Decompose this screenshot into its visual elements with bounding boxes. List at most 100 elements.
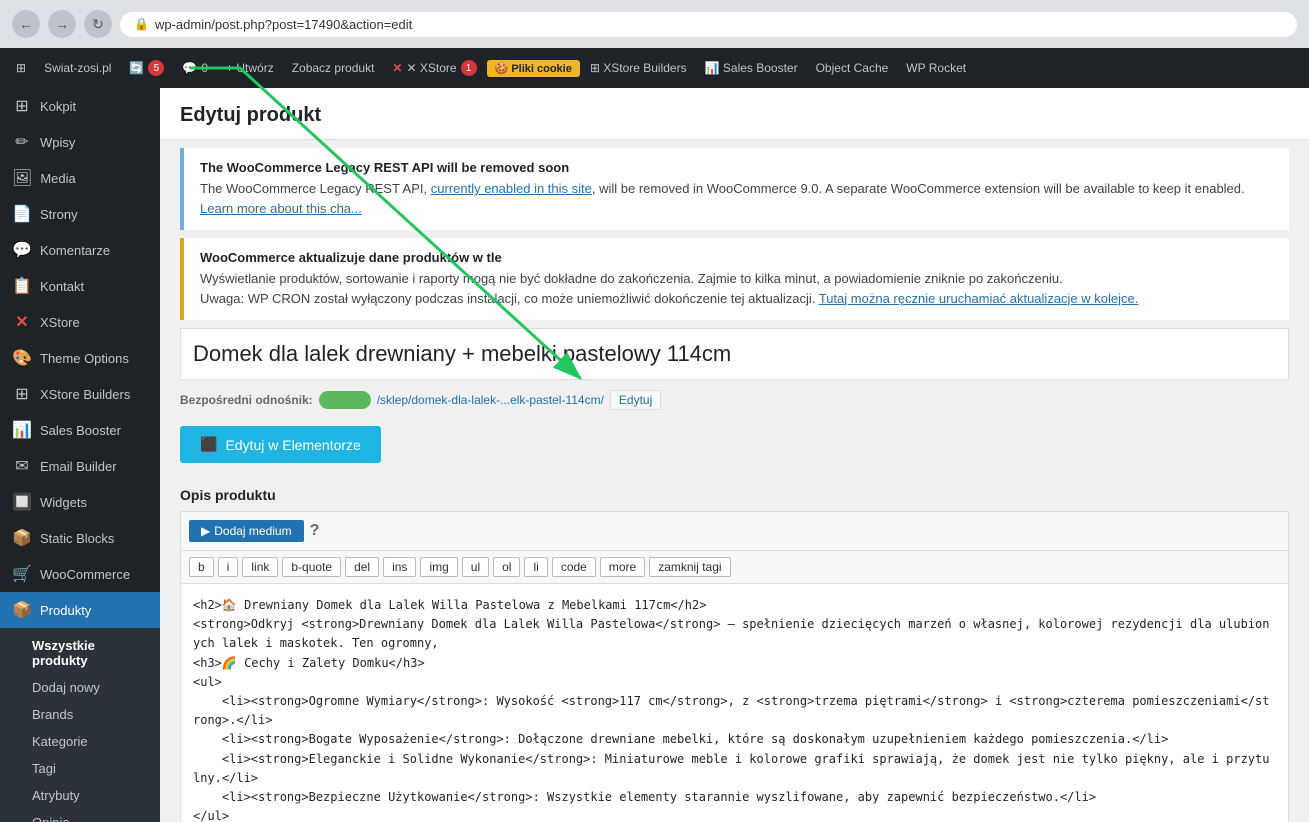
wp-admin-bar: ⊞ Swiat-zosi.pl 🔄 5 💬 0 + Utwórz Zobacz …: [0, 48, 1309, 88]
xstore-badge: 1: [461, 60, 477, 76]
sidebar-sub-brands[interactable]: Brands: [0, 701, 160, 728]
notice-woo-text2-span: Uwaga: WP CRON został wyłączony podczas …: [200, 291, 815, 306]
sidebar-item-woocommerce[interactable]: 🛒 WooCommerce: [0, 556, 160, 592]
notice-woo-text2: Uwaga: WP CRON został wyłączony podczas …: [200, 289, 1273, 309]
sidebar-item-kokpit[interactable]: ⊞ Kokpit: [0, 88, 160, 124]
permalink-link[interactable]: /sklep/domek-dla-lalek-...elk-pastel-114…: [377, 393, 604, 407]
permalink-edit-button[interactable]: Edytuj: [610, 390, 661, 410]
permalink-green-badge: [319, 391, 371, 409]
add-media-icon: ▶: [201, 524, 210, 538]
sidebar-item-media[interactable]: 🖼 Media: [0, 160, 160, 196]
sidebar-label-kokpit: Kokpit: [40, 99, 76, 114]
sidebar-item-komentarze[interactable]: 💬 Komentarze: [0, 232, 160, 268]
notice-api-text: The WooCommerce Legacy REST API, current…: [200, 179, 1273, 218]
wp-rocket-label: WP Rocket: [906, 61, 966, 75]
wp-logo-item[interactable]: ⊞: [8, 48, 34, 88]
sidebar-sub-wszystkie-produkty[interactable]: Wszystkie produkty: [0, 632, 160, 674]
elementor-btn-label: Edytuj w Elementorze: [225, 437, 360, 453]
sidebar-item-kontakt[interactable]: 📋 Kontakt: [0, 268, 160, 304]
xstore-sidebar-icon: ✕: [12, 312, 32, 332]
updates-item[interactable]: 🔄 5: [121, 48, 172, 88]
wp-logo-icon: ⊞: [16, 61, 26, 75]
sidebar-item-xstore-builders[interactable]: ⊞ XStore Builders: [0, 376, 160, 412]
notice-api-text2: , will be removed in WooCommerce 9.0. A …: [592, 181, 1245, 196]
format-btn-code[interactable]: code: [552, 557, 596, 577]
updates-badge: 5: [148, 60, 164, 76]
permalink-row: Bezpośredni odnośnik: /sklep/domek-dla-l…: [180, 390, 1289, 410]
format-btn-link[interactable]: link: [242, 557, 278, 577]
url-bar[interactable]: 🔒 wp-admin/post.php?post=17490&action=ed…: [120, 12, 1297, 37]
cookie-button[interactable]: 🍪 Pliki cookie: [487, 60, 580, 77]
sidebar-item-strony[interactable]: 📄 Strony: [0, 196, 160, 232]
sidebar-item-xstore[interactable]: ✕ XStore: [0, 304, 160, 340]
notice-api-link[interactable]: currently enabled in this site: [431, 181, 592, 196]
format-btn-img[interactable]: img: [420, 557, 457, 577]
add-media-label: Dodaj medium: [214, 524, 291, 538]
xstore-item[interactable]: ✕ ✕ XStore 1: [384, 48, 484, 88]
atrybuty-label: Atrybuty: [32, 788, 80, 803]
sidebar-label-email-builder: Email Builder: [40, 459, 117, 474]
products-submenu: Wszystkie produkty Dodaj nowy Brands Kat…: [0, 628, 160, 822]
comments-count: 0: [201, 61, 208, 75]
add-media-button[interactable]: ▶ Dodaj medium: [189, 520, 304, 542]
xstore-builders-label: ⊞ XStore Builders: [590, 61, 687, 75]
xstore-icon: ✕: [392, 61, 402, 75]
site-name-text: Swiat-zosi.pl: [44, 61, 111, 75]
format-btn-ul[interactable]: ul: [462, 557, 489, 577]
comments-item[interactable]: 💬 0: [174, 48, 216, 88]
sidebar-label-wpisy: Wpisy: [40, 135, 75, 150]
sidebar-item-widgets[interactable]: 🔲 Widgets: [0, 484, 160, 520]
media-icon: 🖼: [12, 168, 32, 188]
site-name-item[interactable]: Swiat-zosi.pl: [36, 48, 119, 88]
product-title-wrap: [180, 328, 1289, 380]
notice-api-title: The WooCommerce Legacy REST API will be …: [200, 160, 1273, 175]
reload-button[interactable]: ↻: [84, 10, 112, 38]
format-btn-i[interactable]: i: [218, 557, 239, 577]
editor-help-button[interactable]: ?: [310, 522, 320, 540]
forward-button[interactable]: →: [48, 10, 76, 38]
sidebar-sub-atrybuty[interactable]: Atrybuty: [0, 782, 160, 809]
sidebar-item-email-builder[interactable]: ✉ Email Builder: [0, 448, 160, 484]
format-btn-zamknij-tagi[interactable]: zamknij tagi: [649, 557, 730, 577]
sidebar-label-sales-booster: Sales Booster: [40, 423, 121, 438]
sidebar-item-static-blocks[interactable]: 📦 Static Blocks: [0, 520, 160, 556]
new-item[interactable]: + Utwórz: [218, 48, 282, 88]
editor-content[interactable]: <h2>🏠 Drewniany Domek dla Lalek Willa Pa…: [180, 583, 1289, 822]
page-header: Edytuj produkt: [160, 88, 1309, 140]
theme-options-icon: 🎨: [12, 348, 32, 368]
sidebar-label-theme-options: Theme Options: [40, 351, 129, 366]
format-btn-del[interactable]: del: [345, 557, 379, 577]
kategorie-label: Kategorie: [32, 734, 88, 749]
main-layout: ⊞ Kokpit ✏ Wpisy 🖼 Media 📄 Strony 💬 Kome…: [0, 88, 1309, 822]
sidebar-item-wpisy[interactable]: ✏ Wpisy: [0, 124, 160, 160]
wp-rocket-item[interactable]: WP Rocket: [898, 48, 974, 88]
object-cache-item[interactable]: Object Cache: [808, 48, 897, 88]
sidebar-item-produkty[interactable]: 📦 Produkty: [0, 592, 160, 628]
woocommerce-icon: 🛒: [12, 564, 32, 584]
sidebar-item-sales-booster[interactable]: 📊 Sales Booster: [0, 412, 160, 448]
notice-api-text1: The WooCommerce Legacy REST API,: [200, 181, 431, 196]
format-btn-li[interactable]: li: [524, 557, 547, 577]
sidebar-sub-kategorie[interactable]: Kategorie: [0, 728, 160, 755]
back-button[interactable]: ←: [12, 10, 40, 38]
edit-in-elementor-button[interactable]: ⬛ Edytuj w Elementorze: [180, 426, 381, 463]
editor-toolbar-top: ▶ Dodaj medium ?: [180, 511, 1289, 550]
format-btn-ol[interactable]: ol: [493, 557, 520, 577]
format-btn-ins[interactable]: ins: [383, 557, 416, 577]
opinie-label: Opinie: [32, 815, 70, 822]
format-btn-b[interactable]: b: [189, 557, 214, 577]
product-title-input[interactable]: [193, 341, 1276, 367]
notice-api-link2[interactable]: Learn more about this cha...: [200, 201, 362, 216]
sales-booster-item[interactable]: 📊 Sales Booster: [697, 48, 806, 88]
notice-woo-link[interactable]: Tutaj można ręcznie uruchamiać aktualiza…: [819, 291, 1139, 306]
format-btn-more[interactable]: more: [600, 557, 645, 577]
sidebar-sub-dodaj-nowy[interactable]: Dodaj nowy: [0, 674, 160, 701]
sidebar-sub-opinie[interactable]: Opinie: [0, 809, 160, 822]
sidebar-sub-tagi[interactable]: Tagi: [0, 755, 160, 782]
dodaj-nowy-label: Dodaj nowy: [32, 680, 100, 695]
xstore-builders-item[interactable]: ⊞ XStore Builders: [582, 48, 695, 88]
sidebar: ⊞ Kokpit ✏ Wpisy 🖼 Media 📄 Strony 💬 Kome…: [0, 88, 160, 822]
format-btn-b-quote[interactable]: b-quote: [282, 557, 341, 577]
sidebar-item-theme-options[interactable]: 🎨 Theme Options: [0, 340, 160, 376]
view-product-item[interactable]: Zobacz produkt: [284, 48, 383, 88]
